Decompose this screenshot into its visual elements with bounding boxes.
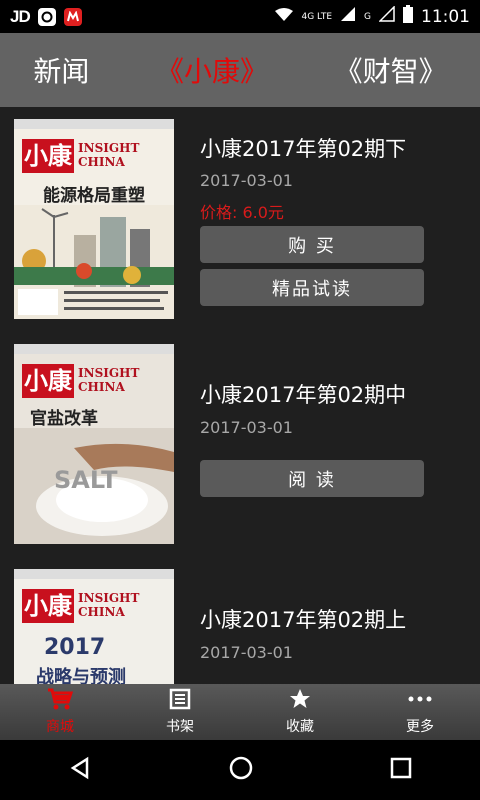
cover-sub: 战略与预测 [36,667,126,684]
nav-favorites[interactable]: 收藏 [240,684,360,740]
bottom-nav: 商城 书架 收藏 更多 [0,684,480,740]
item-date: 2017-03-01 [200,643,293,662]
item-title[interactable]: 小康2017年第02期上 [200,604,406,634]
nav-label: 更多 [406,719,434,735]
back-icon[interactable] [68,756,92,784]
magazine-list[interactable]: 小康 INSIGHT CHINA 能源格局重塑 小康 2017年第02期下 201… [0,107,480,684]
tab-news[interactable]: 新闻 [33,50,89,90]
cover-sub: SALT [54,466,118,494]
tab-xiaokang[interactable]: 《小康》 [156,50,268,90]
status-bar: JD 4G LTE G 11:01 [0,0,480,33]
home-icon[interactable] [228,755,254,785]
jd-app-icon: JD [10,6,31,26]
merchants-bank-icon [63,7,82,26]
cover-subtitle: INSIGHT CHINA [78,591,140,619]
item-title[interactable]: 小康2017年第02期中 [200,379,406,409]
bookshelf-icon [169,688,191,714]
top-tab-bar: 新闻 《小康》 《财智》 [0,33,480,107]
tab-caizhi[interactable]: 《财智》 [335,50,447,90]
nav-label: 书架 [166,719,194,735]
nav-bookshelf[interactable]: 书架 [120,684,240,740]
signal-type-label: G [364,11,371,22]
item-price: 价格: 6.0元 [200,203,284,222]
cover-title: 2017 [44,635,106,660]
item-title[interactable]: 小康2017年第02期下 [200,133,406,163]
signal-2-icon [378,5,395,27]
nav-label: 商城 [46,719,74,735]
more-icon [407,688,433,714]
cover-logo: 小康 [22,364,74,398]
buy-button[interactable]: 购 买 [200,226,424,263]
network-type-label: 4G LTE [301,11,333,22]
preview-button[interactable]: 精品试读 [200,269,424,306]
star-icon [289,688,311,714]
cover-logo: 小康 [22,589,74,623]
signal-icon [340,6,356,27]
cover-logo: 小康 [22,139,74,173]
nav-more[interactable]: 更多 [360,684,480,740]
cover-title: 能源格局重塑 [43,186,145,206]
wifi-icon [275,7,294,27]
battery-icon [403,5,413,28]
item-date: 2017-03-01 [200,418,293,437]
recents-icon[interactable] [390,757,412,783]
list-item: 小康 INSIGHT CHINA 官盐改革 SALT 小康2017年第02期中 … [0,332,480,557]
magazine-cover[interactable]: 小康 INSIGHT CHINA 2017 战略与预测 [14,569,174,684]
nav-mall[interactable]: 商城 [0,684,120,740]
magazine-cover[interactable]: 小康 INSIGHT CHINA 能源格局重塑 [14,119,174,319]
nav-label: 收藏 [286,719,314,735]
system-nav-bar [0,740,480,800]
magazine-cover[interactable]: 小康 INSIGHT CHINA 官盐改革 SALT [14,344,174,544]
read-button[interactable]: 阅 读 [200,460,424,497]
cart-icon [47,688,74,714]
cover-illustration [14,205,174,319]
cover-subtitle: INSIGHT CHINA [78,366,140,394]
cover-subtitle: INSIGHT CHINA [78,141,140,169]
item-date: 2017-03-01 [200,171,293,190]
clock: 11:01 [421,6,470,27]
cover-title: 官盐改革 [30,409,98,429]
list-item: 小康 INSIGHT CHINA 2017 战略与预测 小康2017年第02期上… [0,557,480,684]
list-item: 小康 INSIGHT CHINA 能源格局重塑 小康2017年第02期下 201… [0,107,480,332]
security-app-icon [37,7,56,26]
